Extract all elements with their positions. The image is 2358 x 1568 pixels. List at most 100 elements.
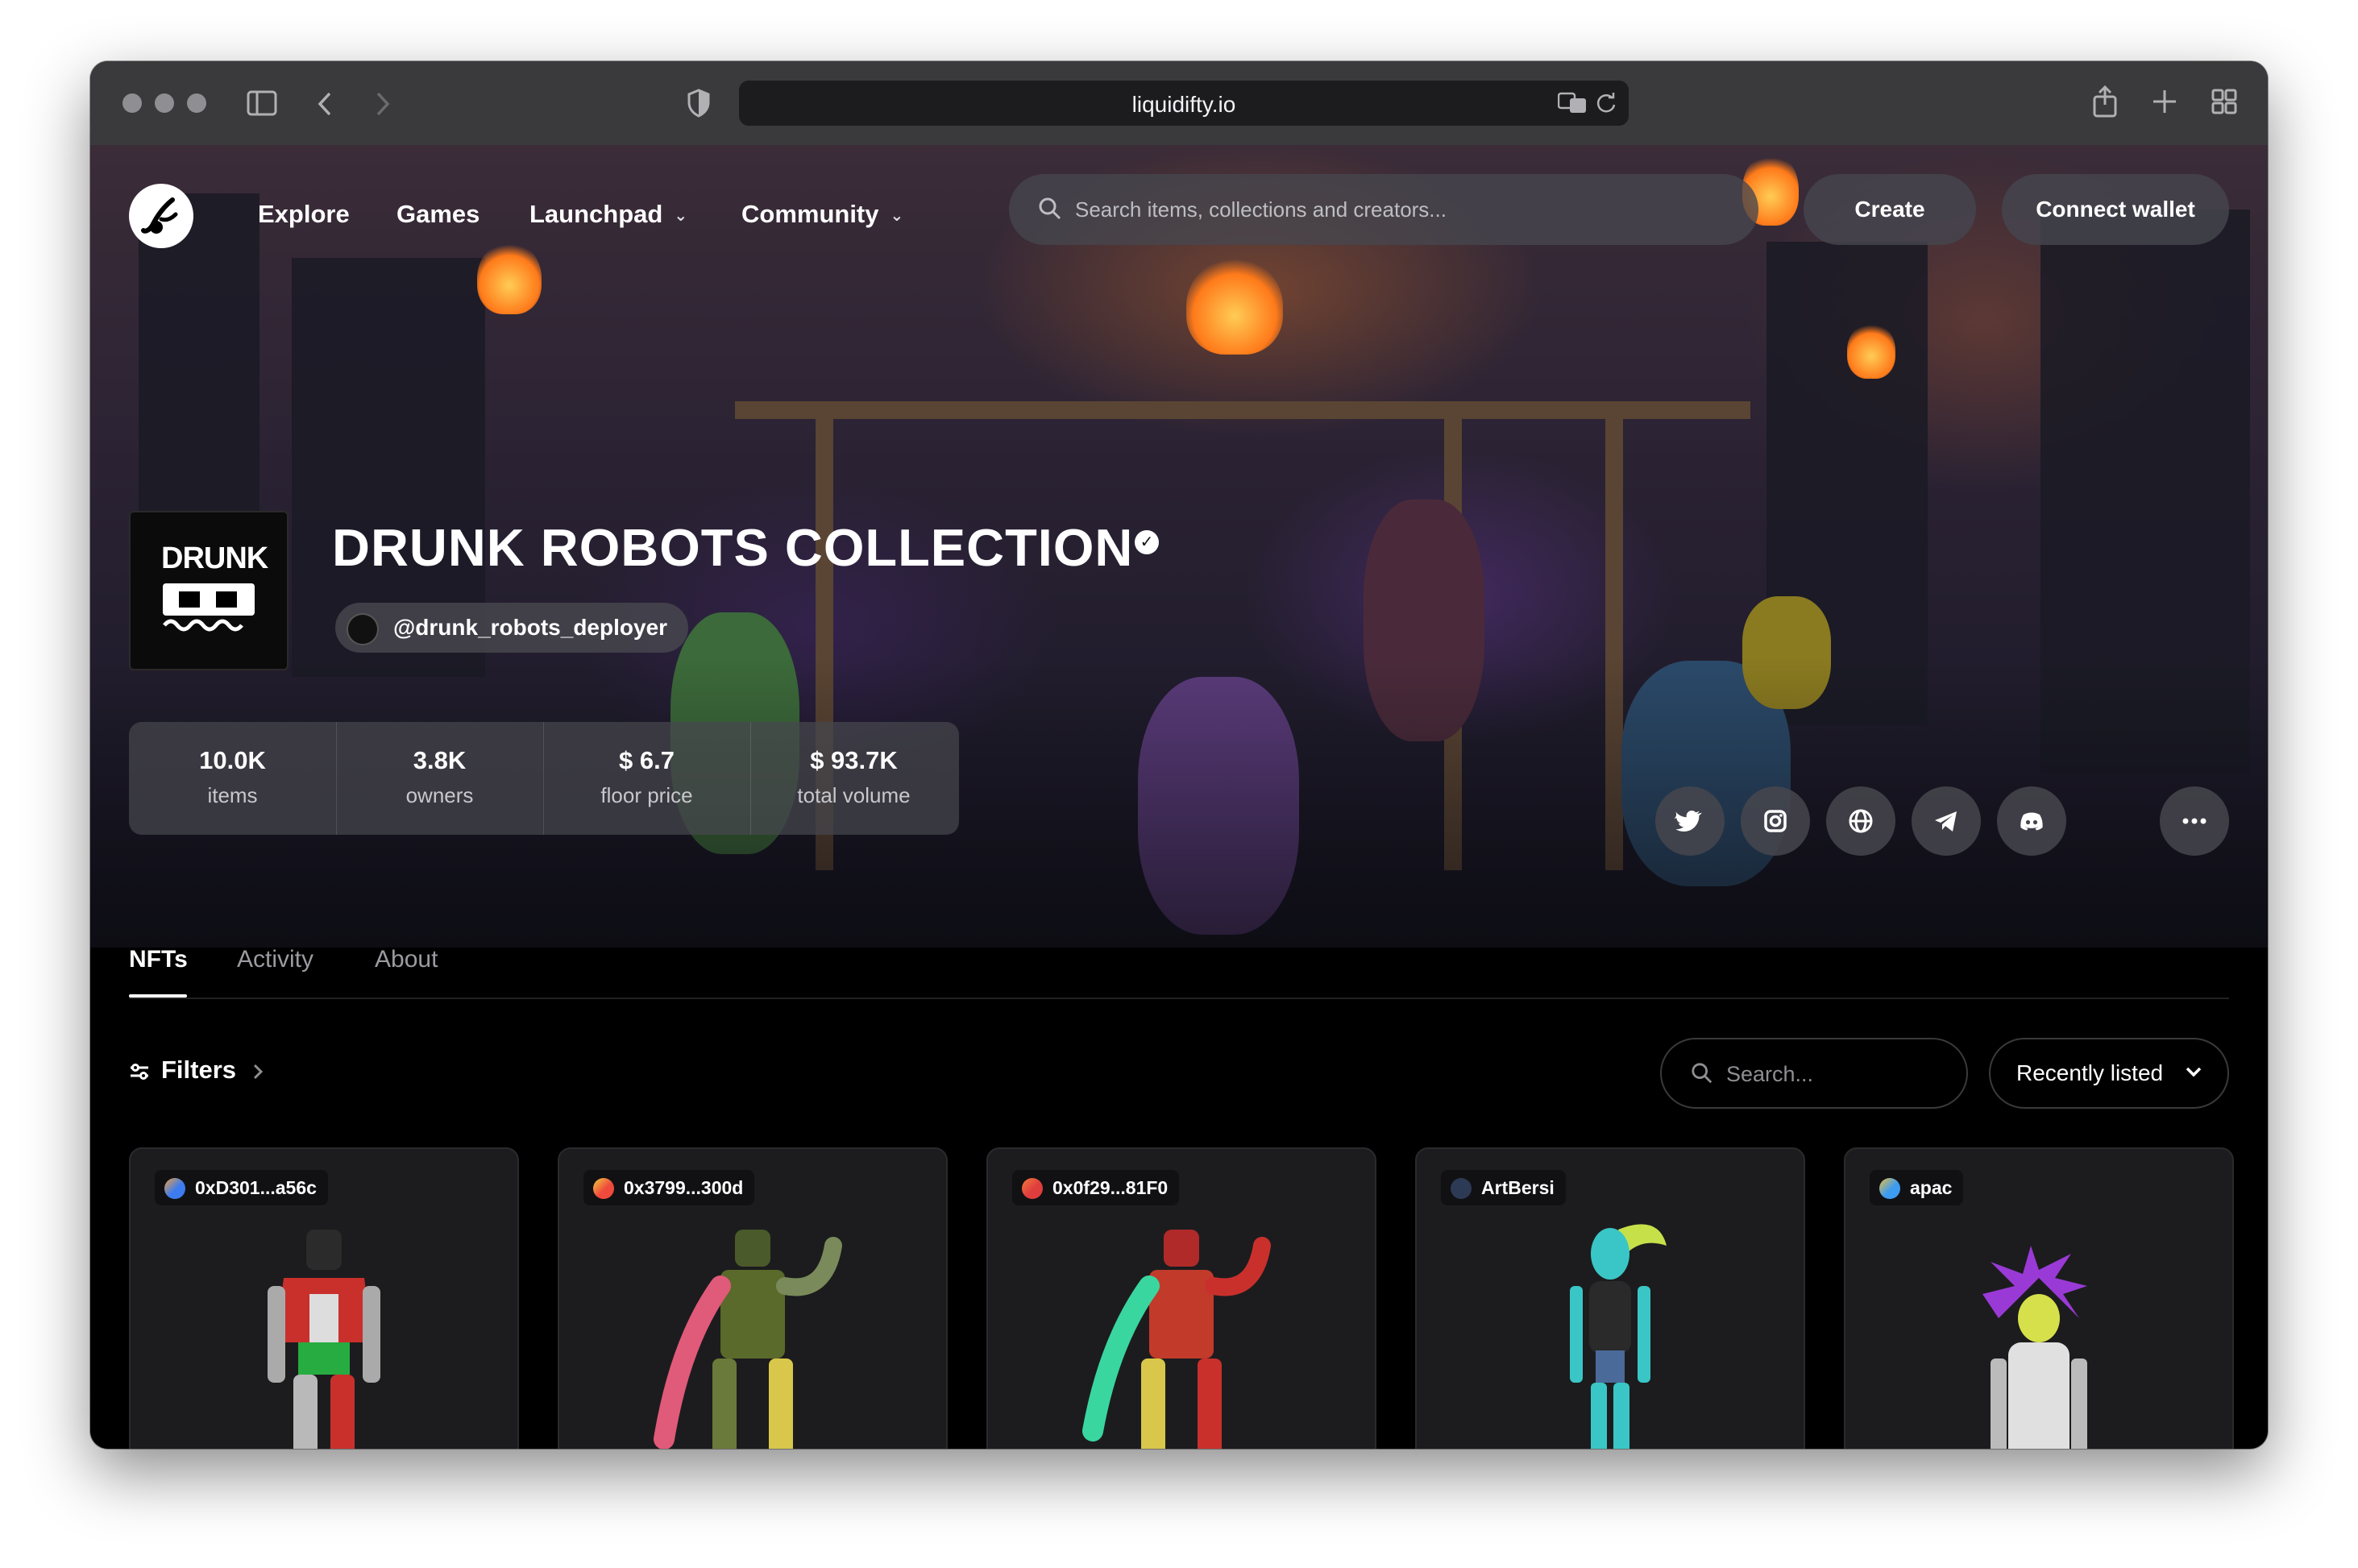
verified-badge-icon: ✓ [1135, 530, 1159, 554]
nav-launchpad[interactable]: Launchpad ⌄ [529, 200, 687, 229]
tab-nfts[interactable]: NFTs [129, 946, 188, 973]
reload-icon[interactable] [1595, 92, 1617, 118]
connect-wallet-button[interactable]: Connect wallet [2002, 174, 2229, 245]
owner-badge[interactable]: apac [1870, 1170, 1964, 1205]
nav-explore[interactable]: Explore [258, 200, 350, 229]
liquidifty-logo[interactable] [129, 184, 193, 248]
telegram-button[interactable] [1912, 786, 1981, 856]
collection-avatar-label: DRUNK [161, 541, 268, 575]
more-icon [2182, 818, 2206, 824]
items-search-placeholder: Search... [1726, 1062, 1814, 1086]
owner-name: apac [1910, 1177, 1953, 1198]
nav-games[interactable]: Games [396, 200, 479, 229]
tab-about[interactable]: About [375, 946, 438, 973]
sort-label: Recently listed [2016, 1060, 2164, 1085]
sidebar-toggle-icon[interactable] [247, 90, 277, 121]
nft-robot-image [268, 1230, 380, 1449]
stat-label: owners [405, 783, 474, 807]
items-search-input[interactable]: Search... [1660, 1038, 1968, 1109]
share-icon[interactable] [2092, 85, 2118, 122]
url-text: liquidifty.io [1131, 92, 1236, 117]
window-zoom-button[interactable] [187, 93, 206, 113]
forward-icon[interactable] [374, 90, 392, 122]
website-button[interactable] [1826, 786, 1895, 856]
globe-icon [1849, 809, 1873, 833]
collection-avatar: DRUNK [129, 511, 289, 670]
nft-robot-image [1982, 1246, 2087, 1449]
nft-card[interactable]: 0x3799...300d [558, 1147, 948, 1449]
banner-fire [477, 242, 542, 314]
discord-icon [2020, 812, 2043, 831]
twitter-button[interactable] [1655, 786, 1725, 856]
nft-card[interactable]: ArtBersi [1415, 1147, 1805, 1449]
nft-card[interactable]: 0xD301...a56c [129, 1147, 519, 1449]
stat-value: 10.0K [199, 746, 266, 774]
owner-name: 0x0f29...81F0 [1052, 1177, 1169, 1198]
stat-owners: 3.8K owners [336, 722, 544, 835]
stat-label: total volume [797, 783, 911, 807]
collection-stats: 10.0K items 3.8K owners $ 6.7 floor pric… [129, 722, 959, 835]
window-minimize-button[interactable] [155, 93, 174, 113]
chevron-down-icon: ⌄ [890, 207, 904, 226]
owner-avatar [164, 1178, 185, 1199]
stat-label: items [207, 783, 258, 807]
chevron-down-icon: ⌄ [674, 207, 688, 226]
owner-name: 0x3799...300d [624, 1177, 744, 1198]
tabs-divider [129, 998, 2229, 999]
banner-fire [1186, 258, 1283, 355]
filters-button[interactable]: Filters [129, 1056, 265, 1085]
telegram-icon [1935, 811, 1957, 832]
collection-title: DRUNK ROBOTS COLLECTION [332, 518, 1134, 577]
more-button[interactable] [2160, 786, 2229, 856]
address-bar[interactable]: liquidifty.io [739, 81, 1629, 126]
global-search-input[interactable]: Search items, collections and creators..… [1009, 174, 1758, 245]
nav-community-label: Community [741, 200, 879, 228]
owner-avatar [593, 1178, 614, 1199]
stat-value: 3.8K [413, 746, 467, 774]
tab-overview-icon[interactable] [2211, 89, 2237, 119]
filters-label: Filters [161, 1056, 237, 1084]
banner-fire [1847, 322, 1895, 379]
instagram-button[interactable] [1741, 786, 1810, 856]
window-close-button[interactable] [122, 93, 142, 113]
nft-robot-image [654, 1230, 842, 1449]
back-icon[interactable] [316, 90, 334, 122]
stat-value: $ 6.7 [619, 746, 675, 774]
owner-avatar [1879, 1178, 1900, 1199]
filter-sliders-icon [131, 1063, 148, 1080]
discord-button[interactable] [1997, 786, 2066, 856]
nft-robot-image [1082, 1230, 1271, 1449]
new-tab-icon[interactable] [2152, 89, 2177, 119]
nft-card[interactable]: apac [1844, 1147, 2234, 1449]
search-icon [1691, 1062, 1713, 1089]
nft-card[interactable]: 0x0f29...81F0 [986, 1147, 1376, 1449]
global-search-placeholder: Search items, collections and creators..… [1075, 197, 1447, 222]
tab-activity[interactable]: Activity [237, 946, 313, 973]
browser-window: liquidifty.io Explore Games Launchpad ⌄ … [90, 61, 2268, 1449]
stat-total-volume: $ 93.7K total volume [750, 722, 957, 835]
twitter-icon [1674, 811, 1702, 832]
creator-avatar [347, 613, 379, 645]
nav-community[interactable]: Community ⌄ [741, 200, 903, 229]
stat-floor-price: $ 6.7 floor price [543, 722, 751, 835]
stat-value: $ 93.7K [810, 746, 898, 774]
owner-name: ArtBersi [1481, 1177, 1555, 1198]
robot-face-icon [163, 583, 255, 632]
chevron-right-icon [253, 1064, 264, 1079]
stat-items: 10.0K items [129, 722, 337, 835]
nft-robot-image [1570, 1224, 1667, 1449]
translate-icon[interactable] [1557, 92, 1587, 118]
search-icon [1038, 197, 1062, 225]
browser-toolbar: liquidifty.io [90, 61, 2268, 146]
banner-beam [735, 401, 1750, 419]
creator-handle: @drunk_robots_deployer [393, 615, 668, 640]
stat-label: floor price [600, 783, 693, 807]
creator-link[interactable]: @drunk_robots_deployer [335, 603, 689, 653]
create-button[interactable]: Create [1804, 174, 1976, 245]
shield-icon[interactable] [687, 89, 711, 122]
sort-dropdown[interactable]: Recently listed [1989, 1038, 2229, 1109]
nav-launchpad-label: Launchpad [529, 200, 663, 228]
chevron-down-icon [2184, 1039, 2203, 1135]
instagram-icon [1764, 810, 1787, 832]
owner-avatar [1022, 1178, 1043, 1199]
